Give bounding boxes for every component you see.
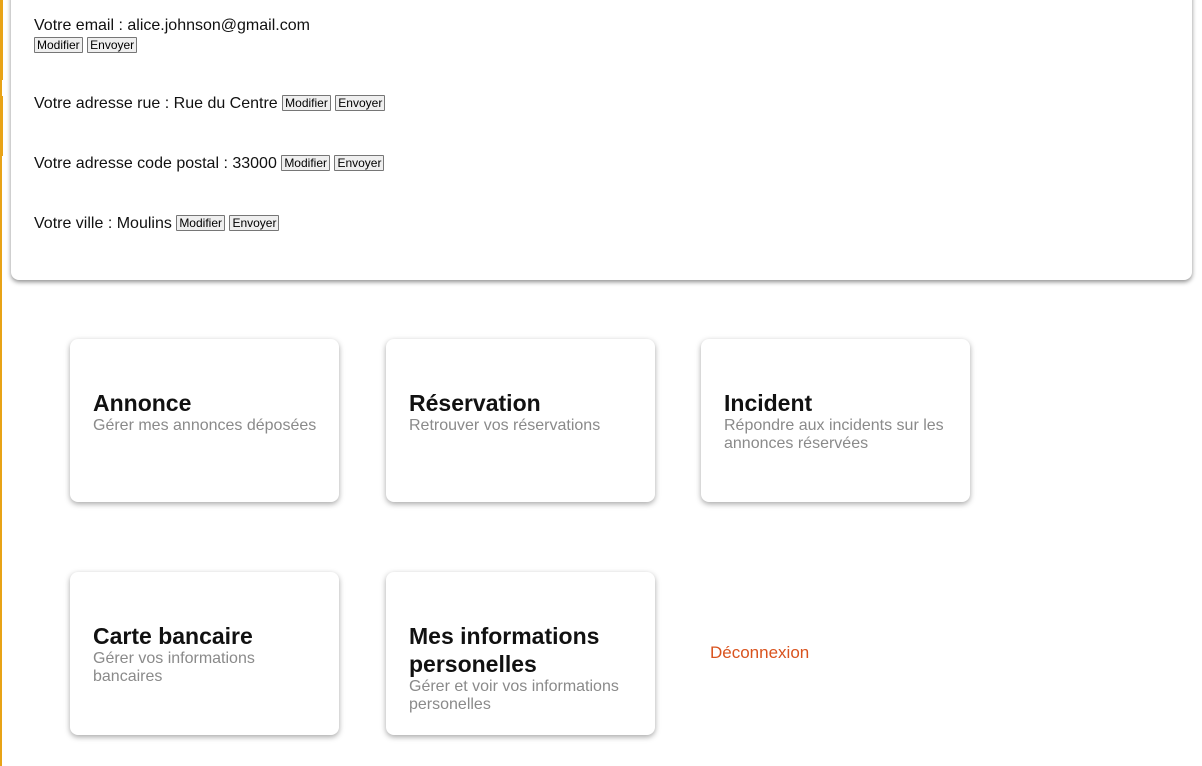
card-description: Gérer et voir vos informations personell…	[409, 678, 619, 713]
email-send-button[interactable]: Envoyer	[87, 37, 138, 53]
left-accent-segment	[0, 0, 3, 80]
street-value: Rue du Centre	[173, 95, 278, 112]
zip-modify-button[interactable]: Modifier	[281, 155, 330, 171]
card-title: Mes informations personelles	[409, 623, 600, 677]
zip-row: Votre adresse code postal : 33000 Modifi…	[34, 155, 385, 173]
bank-card-card[interactable]: Carte bancaire Gérer vos informations ba…	[70, 572, 339, 735]
card-description: Retrouver vos réservations	[409, 417, 601, 434]
street-modify-button[interactable]: Modifier	[282, 95, 331, 111]
street-row: Votre adresse rue : Rue du Centre Modifi…	[34, 95, 386, 113]
card-description: Gérer vos informations bancaires	[93, 650, 255, 685]
email-row: Votre email : alice.johnson@gmail.com Mo…	[34, 17, 310, 55]
annonce-card[interactable]: Annonce Gérer mes annonces déposées	[70, 339, 339, 502]
card-description: Répondre aux incidents sur les annonces …	[724, 417, 944, 452]
card-description: Gérer mes annonces déposées	[93, 417, 317, 434]
card-title: Annonce	[93, 390, 192, 416]
city-row: Votre ville : Moulins Modifier Envoyer	[34, 215, 280, 233]
street-label: Votre adresse rue :	[34, 95, 170, 112]
city-modify-button[interactable]: Modifier	[176, 215, 225, 231]
logout-link[interactable]: Déconnexion	[710, 643, 809, 663]
card-title: Carte bancaire	[93, 623, 253, 649]
reservation-card[interactable]: Réservation Retrouver vos réservations	[386, 339, 655, 502]
zip-value: 33000	[232, 155, 277, 172]
email-modify-button[interactable]: Modifier	[34, 37, 83, 53]
card-title: Réservation	[409, 390, 541, 416]
zip-send-button[interactable]: Envoyer	[334, 155, 385, 171]
street-send-button[interactable]: Envoyer	[335, 95, 386, 111]
zip-label: Votre adresse code postal :	[34, 155, 228, 172]
personal-info-card[interactable]: Mes informations personelles Gérer et vo…	[386, 572, 655, 735]
city-value: Moulins	[116, 215, 172, 232]
email-label: Votre email :	[34, 17, 123, 34]
card-title: Incident	[724, 390, 813, 416]
city-send-button[interactable]: Envoyer	[229, 215, 280, 231]
left-accent-segment	[0, 96, 3, 156]
incident-card[interactable]: Incident Répondre aux incidents sur les …	[701, 339, 970, 502]
city-label: Votre ville :	[34, 215, 113, 232]
email-value: alice.johnson@gmail.com	[127, 17, 310, 34]
